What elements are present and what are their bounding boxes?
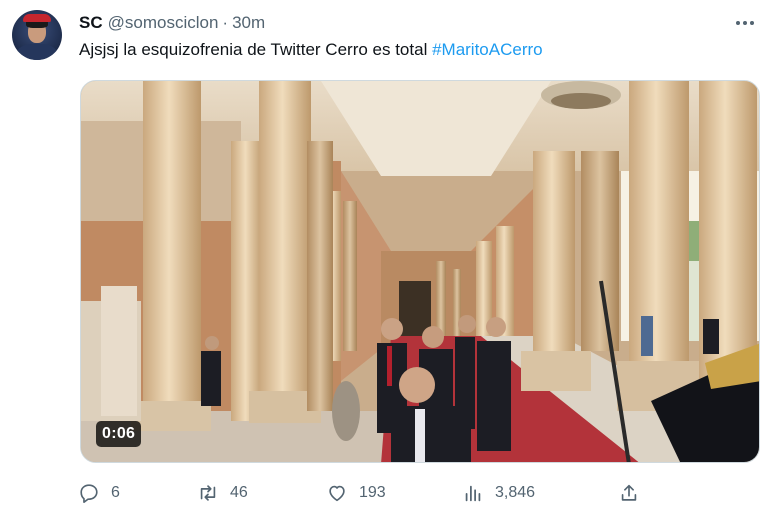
retweet-count: 46	[230, 484, 248, 501]
share-icon	[621, 484, 637, 501]
heart-icon	[329, 485, 345, 502]
author-name[interactable]: SC	[79, 13, 103, 33]
more-horizontal-icon	[736, 21, 740, 25]
reply-button[interactable]: 6	[78, 480, 120, 506]
tweet-body: Ajsjsj la esquizofrenia de Twitter Cerro…	[79, 40, 428, 59]
views-bar-chart-icon	[465, 485, 481, 502]
tweet-header: SC @somosciclon · 30m	[79, 12, 265, 34]
video-frame	[81, 81, 759, 462]
reply-count: 6	[111, 484, 120, 501]
views-button[interactable]: 3,846	[462, 480, 535, 506]
video-player[interactable]	[80, 80, 760, 463]
video-duration-badge: 0:06	[96, 421, 142, 447]
more-horizontal-icon-dot	[743, 21, 747, 25]
like-button[interactable]: 193	[326, 480, 386, 506]
retweet-icon	[200, 485, 216, 501]
tweet-timestamp[interactable]: 30m	[232, 13, 265, 33]
author-avatar[interactable]	[12, 10, 62, 60]
reply-icon	[80, 484, 98, 503]
hashtag-link[interactable]: #MaritoACerro	[432, 40, 543, 59]
avatar-shirt	[17, 44, 57, 60]
more-horizontal-icon-dot	[750, 21, 754, 25]
view-count: 3,846	[495, 484, 536, 501]
header-separator: ·	[222, 13, 229, 32]
author-handle[interactable]: @somosciclon	[108, 13, 219, 33]
like-count: 193	[359, 484, 386, 501]
more-options-button[interactable]	[732, 12, 758, 34]
tweet-text: Ajsjsj la esquizofrenia de Twitter Cerro…	[79, 40, 543, 60]
retweet-button[interactable]: 46	[197, 480, 248, 506]
share-button[interactable]	[618, 480, 640, 506]
tweet-actions-bar: 6 46 193 3,846	[78, 480, 638, 506]
avatar-cap	[23, 14, 51, 22]
